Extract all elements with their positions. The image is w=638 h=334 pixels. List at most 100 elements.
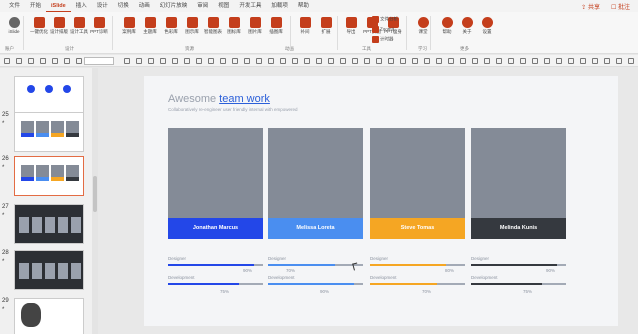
menu-item[interactable]: 文件 (4, 0, 25, 12)
menu-item[interactable]: 审阅 (192, 0, 213, 12)
toolbar-icon[interactable] (412, 58, 418, 64)
menu-item[interactable]: 加载项 (266, 0, 293, 12)
toolbar-icon[interactable] (580, 58, 586, 64)
toolbar-icon[interactable] (508, 58, 514, 64)
ribbon-small-item[interactable]: 文件分析 (372, 16, 398, 23)
menu-item[interactable]: 开发工具 (234, 0, 266, 12)
slide-thumbnail[interactable] (14, 156, 84, 196)
toolbar-icon[interactable] (388, 58, 394, 64)
share-button[interactable]: ⇪ 共享 (581, 2, 600, 11)
toolbar-icon[interactable] (148, 58, 154, 64)
ribbon-button[interactable]: 智能图表 (202, 15, 224, 45)
toolbar-icon[interactable] (220, 58, 226, 64)
toolbar-icon[interactable] (460, 58, 466, 64)
ribbon-button[interactable]: 导出 (340, 15, 362, 45)
member-photo[interactable]: Jonathan Marcus (168, 128, 263, 239)
ribbon-button[interactable]: PPT诊断 (88, 15, 110, 45)
toolbar-icon[interactable] (40, 58, 46, 64)
ribbon-button[interactable]: 帮助 (436, 15, 458, 45)
toolbar-icon[interactable] (292, 58, 298, 64)
member-photo[interactable]: Melissa Loreta (268, 128, 363, 239)
scrollbar-thumb[interactable] (93, 176, 97, 212)
ribbon-button[interactable]: 色彩库 (160, 15, 182, 45)
toolbar-icon[interactable] (484, 58, 490, 64)
ribbon-button[interactable]: 关于 (456, 15, 478, 45)
slide[interactable]: Awesome team work Collaboratively re-eng… (144, 76, 618, 326)
ribbon-button[interactable]: 插图库 (265, 15, 287, 45)
toolbar-icon[interactable] (424, 58, 430, 64)
ribbon-button[interactable]: 图标库 (223, 15, 245, 45)
toolbar-icon[interactable] (400, 58, 406, 64)
toolbar-icon[interactable] (472, 58, 478, 64)
toolbar-icon[interactable] (196, 58, 202, 64)
toolbar-icon[interactable] (556, 58, 562, 64)
toolbar-icon[interactable] (520, 58, 526, 64)
toolbar-icon[interactable] (136, 58, 142, 64)
toolbar-icon[interactable] (232, 58, 238, 64)
toolbar-icon[interactable] (448, 58, 454, 64)
slide-thumbnail[interactable] (14, 298, 84, 334)
toolbar-icon[interactable] (160, 58, 166, 64)
toolbar-icon[interactable] (568, 58, 574, 64)
menu-item[interactable]: iSlide (46, 1, 71, 12)
ribbon-button[interactable]: 设置 (476, 15, 498, 45)
ribbon-button[interactable]: 补间 (294, 15, 316, 45)
slide-thumbnail[interactable] (14, 250, 84, 290)
toolbar-icon[interactable] (244, 58, 250, 64)
toolbar-icon[interactable] (28, 58, 34, 64)
font-size-dropdown[interactable] (84, 57, 114, 65)
slide-thumbnail[interactable] (14, 76, 84, 116)
menu-item[interactable]: 切换 (113, 0, 134, 12)
toolbar-icon[interactable] (340, 58, 346, 64)
member-photo[interactable]: Steve Tomas (370, 128, 465, 239)
toolbar-icon[interactable] (328, 58, 334, 64)
annotate-button[interactable]: ☐ 批注 (611, 2, 630, 11)
menu-item[interactable]: 视图 (213, 0, 234, 12)
toolbar-icon[interactable] (124, 58, 130, 64)
ribbon-small-item[interactable]: 计时器 (372, 36, 394, 43)
menu-item[interactable]: 开始 (25, 0, 46, 12)
toolbar-icon[interactable] (76, 58, 82, 64)
menu-item[interactable]: 帮助 (293, 0, 314, 12)
toolbar-icon[interactable] (4, 58, 10, 64)
toolbar-icon[interactable] (16, 58, 22, 64)
toolbar-icon[interactable] (268, 58, 274, 64)
toolbar-icon[interactable] (532, 58, 538, 64)
slide-title[interactable]: Awesome team work (168, 93, 270, 105)
slide-thumbnail[interactable] (14, 204, 84, 244)
ribbon-small-item[interactable]: ZoomIt (372, 26, 394, 33)
menu-item[interactable]: 设计 (92, 0, 113, 12)
menu-item[interactable]: 动画 (134, 0, 155, 12)
toolbar-icon[interactable] (616, 58, 622, 64)
toolbar-icon[interactable] (376, 58, 382, 64)
slide-subtitle[interactable]: Collaboratively re-engineer user friendl… (168, 107, 298, 113)
slide-thumbnail[interactable] (14, 112, 84, 152)
toolbar-icon[interactable] (52, 58, 58, 64)
ribbon-button[interactable]: 设计工具 (68, 15, 90, 45)
toolbar-icon[interactable] (172, 58, 178, 64)
title-link[interactable]: team work (219, 93, 270, 105)
member-photo[interactable]: Melinda Kunis (471, 128, 566, 239)
toolbar-icon[interactable] (496, 58, 502, 64)
toolbar-icon[interactable] (436, 58, 442, 64)
toolbar-icon[interactable] (208, 58, 214, 64)
toolbar-icon[interactable] (256, 58, 262, 64)
toolbar-icon[interactable] (184, 58, 190, 64)
ribbon-button[interactable]: 一键优化 (28, 15, 50, 45)
menu-item[interactable]: 幻灯片放映 (155, 0, 193, 12)
ribbon-button[interactable]: 扩展 (315, 15, 337, 45)
ribbon-button[interactable]: 图示库 (181, 15, 203, 45)
ribbon-button[interactable]: iSlide (3, 15, 25, 45)
ribbon-button[interactable]: 主题库 (139, 15, 161, 45)
toolbar-icon[interactable] (316, 58, 322, 64)
ribbon-button[interactable]: 设计排版 (48, 15, 70, 45)
toolbar-icon[interactable] (544, 58, 550, 64)
toolbar-icon[interactable] (364, 58, 370, 64)
toolbar-icon[interactable] (352, 58, 358, 64)
ribbon-button[interactable]: 图片库 (244, 15, 266, 45)
ribbon-button[interactable]: 案例库 (118, 15, 140, 45)
toolbar-icon[interactable] (280, 58, 286, 64)
menu-item[interactable]: 插入 (71, 0, 92, 12)
toolbar-icon[interactable] (604, 58, 610, 64)
toolbar-icon[interactable] (64, 58, 70, 64)
